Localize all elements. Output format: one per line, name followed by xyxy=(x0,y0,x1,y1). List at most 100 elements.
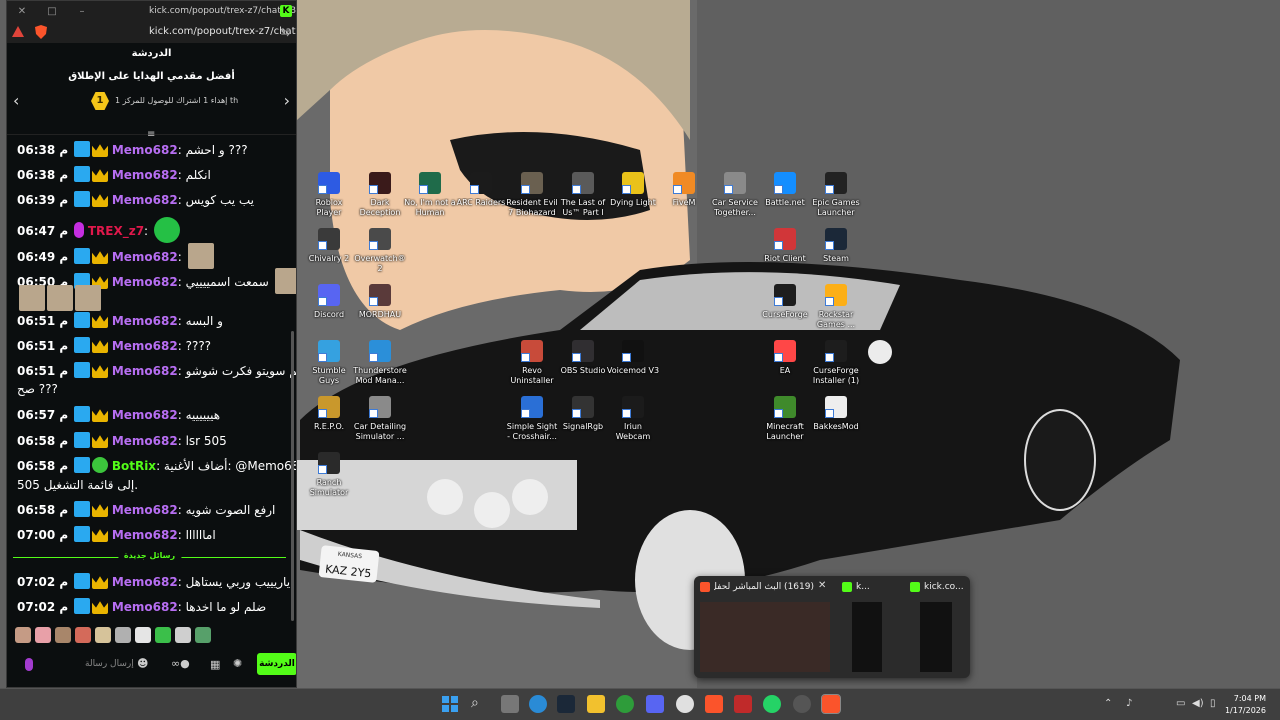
quick-emote[interactable] xyxy=(35,627,51,643)
desktop-shortcut[interactable]: R.E.P.O. xyxy=(302,396,356,432)
system-clock[interactable]: 7:04 PM 1/17/2026 xyxy=(1225,693,1266,717)
maximize-window-icon[interactable]: □ xyxy=(37,6,67,17)
message-username[interactable]: TREX_z7 xyxy=(88,224,144,238)
message-username[interactable]: Memo682 xyxy=(112,339,178,353)
desktop-shortcut[interactable]: Roblox Player xyxy=(302,172,356,218)
battery-icon[interactable]: ▯ xyxy=(1210,698,1216,709)
chat-scrollbar[interactable] xyxy=(291,331,294,621)
desktop-shortcut[interactable]: Discord xyxy=(302,284,356,320)
desktop-shortcut[interactable]: Voicemod V3 xyxy=(606,340,660,376)
xbox-icon[interactable] xyxy=(616,695,634,713)
whatsapp-icon[interactable] xyxy=(763,695,781,713)
desktop-shortcut[interactable]: BakkesMod xyxy=(809,396,863,432)
message-username[interactable]: Memo682 xyxy=(112,314,178,328)
desktop-shortcut[interactable]: Chivalry 2 xyxy=(302,228,356,264)
movie-app-icon[interactable] xyxy=(734,695,752,713)
brave-shield-icon[interactable] xyxy=(35,25,47,39)
message-username[interactable]: Memo682 xyxy=(112,168,178,182)
emoji-icon[interactable]: ☻ xyxy=(137,657,148,670)
emote-image[interactable] xyxy=(187,243,214,269)
quick-emote[interactable] xyxy=(135,627,151,643)
emote-image[interactable] xyxy=(19,285,45,311)
quick-emote[interactable] xyxy=(95,627,111,643)
desktop-shortcut[interactable]: CurseForge Installer (1) xyxy=(809,340,863,386)
address-bar[interactable]: kick.com/popout/trex-z7/chat ⇆ xyxy=(7,21,296,43)
gift-icon[interactable]: ▦ xyxy=(210,658,220,671)
obs-icon[interactable] xyxy=(793,695,811,713)
desktop-shortcut[interactable]: Riot Client xyxy=(758,228,812,264)
steam-icon[interactable] xyxy=(557,695,575,713)
desktop-shortcut[interactable]: Revo Uninstaller xyxy=(505,340,559,386)
chevron-left-icon[interactable]: ‹ xyxy=(13,91,19,110)
desktop-shortcut[interactable]: CurseForge xyxy=(758,284,812,320)
thumbnail-window[interactable]: kick.co... xyxy=(906,576,970,678)
site-settings-icon[interactable]: ⇆ xyxy=(281,26,290,39)
desktop-shortcut[interactable]: Battle.net xyxy=(758,172,812,208)
quick-emote[interactable] xyxy=(115,627,131,643)
thumbnail-preview[interactable] xyxy=(852,602,882,672)
chat-input[interactable]: إرسال رسالة xyxy=(85,659,134,669)
message-username[interactable]: Memo682 xyxy=(112,250,178,264)
desktop-shortcut[interactable]: OBS Studio xyxy=(556,340,610,376)
message-username[interactable]: Memo682 xyxy=(112,143,178,157)
brave-active-icon[interactable] xyxy=(821,694,841,714)
desktop-shortcut[interactable]: No, I'm not a Human xyxy=(403,172,457,218)
microphone-tray-icon[interactable]: ♪ xyxy=(1126,698,1132,709)
desktop-shortcut[interactable]: EA xyxy=(758,340,812,376)
message-username[interactable]: Memo682 xyxy=(112,503,178,517)
message-username[interactable]: Memo682 xyxy=(112,528,178,542)
message-username[interactable]: Memo682 xyxy=(112,364,178,378)
desktop-shortcut[interactable]: Simple Sight - Crosshair... xyxy=(505,396,559,442)
microphone-icon[interactable] xyxy=(25,658,33,671)
desktop-shortcut[interactable]: Car Service Together... xyxy=(708,172,762,218)
close-icon[interactable]: ✕ xyxy=(818,580,826,591)
quick-emote[interactable] xyxy=(155,627,171,643)
chrome-icon[interactable] xyxy=(676,695,694,713)
network-icon[interactable]: ▭ xyxy=(1176,698,1185,709)
desktop-shortcut[interactable]: FiveM xyxy=(657,172,711,208)
windows-start-icon[interactable] xyxy=(441,695,459,713)
gear-icon[interactable]: ✺ xyxy=(233,657,242,670)
minimize-window-icon[interactable]: – xyxy=(67,6,97,17)
chevron-up-icon[interactable]: ⌃ xyxy=(1104,698,1112,709)
desktop-shortcut[interactable]: SignalRgb xyxy=(556,396,610,432)
edge-icon[interactable] xyxy=(529,695,547,713)
message-username[interactable]: BotRix xyxy=(112,459,156,473)
file-explorer-icon[interactable] xyxy=(587,695,605,713)
discord-icon[interactable] xyxy=(646,695,664,713)
quick-emote[interactable] xyxy=(195,627,211,643)
quick-emote[interactable] xyxy=(15,627,31,643)
desktop-shortcut[interactable]: Dark Deception xyxy=(353,172,407,218)
chevron-right-icon[interactable]: › xyxy=(284,91,290,110)
volume-icon[interactable]: ◀) xyxy=(1192,698,1204,709)
url-text[interactable]: kick.com/popout/trex-z7/chat xyxy=(149,26,296,37)
quick-emote[interactable] xyxy=(175,627,191,643)
message-username[interactable]: Memo682 xyxy=(112,600,178,614)
message-username[interactable]: Memo682 xyxy=(112,193,178,207)
desktop-shortcut[interactable]: The Last of Us™ Part I xyxy=(556,172,610,218)
search-icon[interactable]: ⌕ xyxy=(471,695,479,711)
message-username[interactable]: Memo682 xyxy=(112,434,178,448)
desktop-shortcut[interactable]: Resident Evil 7 Biohazard xyxy=(505,172,559,218)
desktop-shortcut[interactable]: Stumble Guys xyxy=(302,340,356,386)
desktop-shortcut[interactable]: Epic Games Launcher xyxy=(809,172,863,218)
channel-points-icon[interactable]: ∞● xyxy=(171,657,190,670)
emote-image[interactable] xyxy=(75,285,101,311)
desktop-shortcut[interactable]: Steam xyxy=(809,228,863,264)
desktop-shortcut[interactable]: Minecraft Launcher xyxy=(758,396,812,442)
desktop-shortcut[interactable]: MORDHAU xyxy=(353,284,407,320)
thumbnail-preview[interactable] xyxy=(920,602,952,672)
desktop-shortcut[interactable]: Car Detailing Simulator ... xyxy=(353,396,407,442)
task-view-icon[interactable] xyxy=(501,695,519,713)
thumbnail-window[interactable]: (1619) البث المباشر لحفل جو... ✕ xyxy=(694,576,834,678)
message-username[interactable]: Memo682 xyxy=(112,408,178,422)
thumbnail-preview[interactable] xyxy=(700,602,830,672)
desktop-shortcut[interactable]: Overwatch® 2 xyxy=(353,228,407,274)
emote-image[interactable] xyxy=(153,217,180,243)
quick-emote[interactable] xyxy=(55,627,71,643)
emote-image[interactable] xyxy=(47,285,73,311)
brave-icon[interactable] xyxy=(705,695,723,713)
desktop-shortcut[interactable]: Rockstar Games ... xyxy=(809,284,863,330)
window-titlebar[interactable]: ✕ □ – kick.com/popout/trex-z7/chat - Bra… xyxy=(7,1,296,21)
send-chat-button[interactable]: الدردشة xyxy=(257,653,296,675)
